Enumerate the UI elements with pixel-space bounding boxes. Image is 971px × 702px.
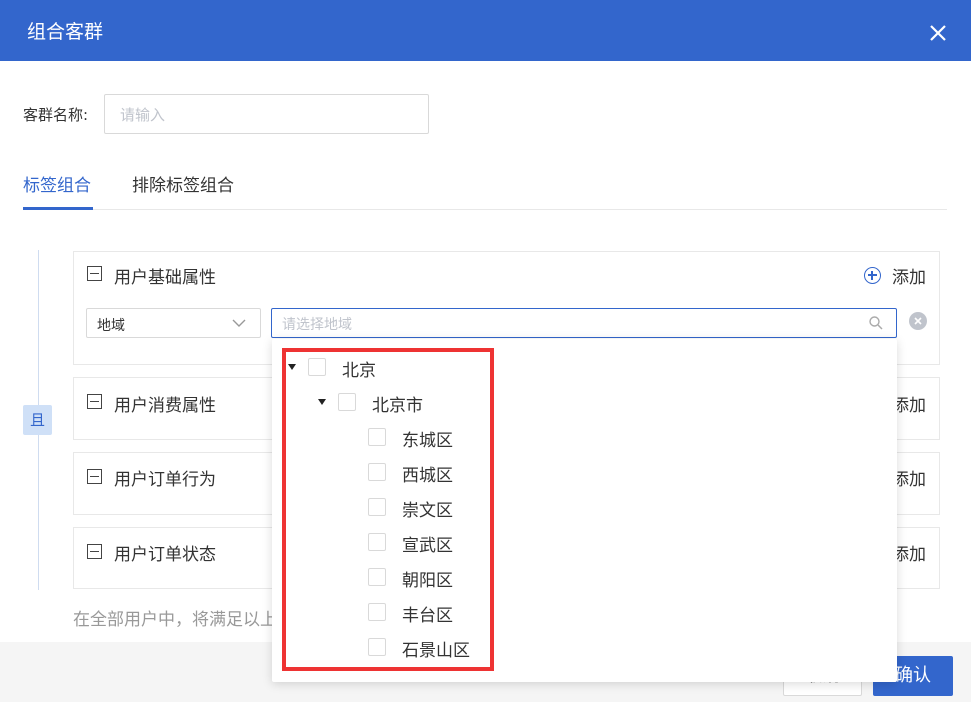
active-tab-indicator [23, 207, 93, 210]
add-button[interactable]: 添加 [892, 391, 926, 416]
attribute-select-value: 地域 [97, 318, 125, 334]
collapse-icon[interactable] [87, 394, 102, 409]
add-button[interactable]: 添加 [892, 540, 926, 565]
summary-note: 在全部用户中，将满足以上 [73, 610, 277, 630]
dialog-header: 组合客群 [0, 0, 971, 61]
add-icon[interactable] [864, 267, 881, 284]
search-icon [869, 316, 883, 330]
add-button[interactable]: 添加 [892, 263, 926, 288]
group-title: 用户基础属性 [114, 268, 216, 288]
highlight-box [282, 348, 494, 671]
collapse-icon[interactable] [87, 469, 102, 484]
collapse-icon[interactable] [87, 544, 102, 559]
add-button[interactable]: 添加 [892, 465, 926, 490]
group-title: 用户订单行为 [114, 470, 216, 490]
name-input[interactable]: 请输入 [104, 94, 429, 134]
clear-icon[interactable] [909, 312, 927, 330]
tab-tag-combination[interactable]: 标签组合 [23, 171, 91, 196]
name-label: 客群名称: [23, 106, 89, 124]
attribute-select[interactable]: 地域 [86, 308, 261, 338]
group-title: 用户消费属性 [114, 396, 216, 416]
close-icon[interactable] [924, 19, 952, 47]
name-placeholder: 请输入 [120, 106, 166, 124]
region-placeholder: 请选择地域 [282, 317, 352, 333]
tab-exclude-tag-combination[interactable]: 排除标签组合 [132, 171, 234, 196]
logic-and-badge[interactable]: 且 [23, 405, 52, 435]
collapse-icon[interactable] [87, 266, 102, 281]
group-title: 用户订单状态 [114, 545, 216, 565]
region-search-input[interactable]: 请选择地域 [271, 308, 897, 338]
chevron-down-icon [232, 319, 246, 327]
dialog-title: 组合客群 [27, 21, 104, 43]
tab-divider [23, 209, 947, 210]
